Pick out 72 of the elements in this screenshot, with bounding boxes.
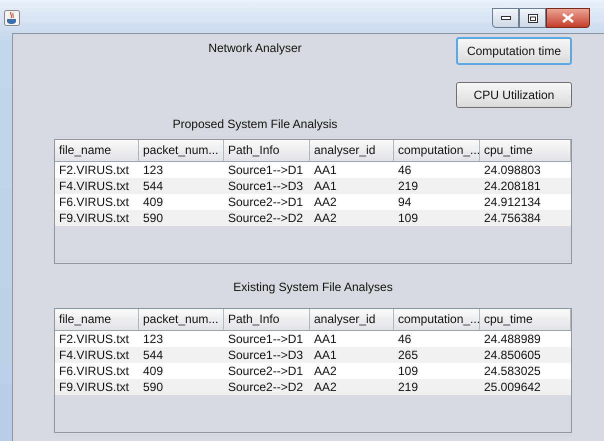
close-button[interactable] (546, 8, 590, 28)
table-cell: F9.VIRUS.txt (55, 379, 139, 395)
table-cell: Source1-->D1 (224, 162, 310, 178)
table-caption: Proposed System File Analysis (172, 117, 338, 131)
table-cell: 409 (139, 363, 224, 379)
close-icon (562, 13, 574, 23)
table-cell: 123 (139, 331, 224, 347)
column-header[interactable]: computation_... (394, 309, 480, 331)
table-cell: F4.VIRUS.txt (55, 347, 139, 363)
table-cell: Source2-->D2 (224, 210, 310, 226)
coffee-cup-icon[interactable] (4, 10, 20, 26)
table-cell: 24.583025 (480, 363, 571, 379)
minimize-icon (500, 16, 510, 20)
table-cell: 46 (394, 162, 480, 178)
table-cell: 544 (139, 178, 224, 194)
table-cell: 24.098803 (480, 162, 571, 178)
table-cell: Source1-->D3 (224, 178, 310, 194)
table-cell: 219 (394, 379, 480, 395)
cpu-utilization-button[interactable]: CPU Utilization (456, 82, 572, 108)
table-cell: 24.488989 (480, 331, 571, 347)
minimize-button[interactable] (492, 8, 519, 28)
table-cell: 46 (394, 331, 480, 347)
table-cell: 409 (139, 194, 224, 210)
table-cell: 24.756384 (480, 210, 571, 226)
column-header[interactable]: Path_Info (224, 140, 310, 162)
table-cell: 109 (394, 210, 480, 226)
table-cell: Source2-->D1 (224, 194, 310, 210)
table-cell: F2.VIRUS.txt (55, 162, 139, 178)
table-cell: AA2 (310, 194, 394, 210)
column-header[interactable]: Path_Info (224, 309, 310, 331)
maximize-icon (528, 14, 538, 22)
column-header[interactable]: analyser_id (310, 140, 394, 162)
column-header[interactable]: packet_num... (139, 309, 224, 331)
column-header[interactable]: cpu_time (480, 140, 571, 162)
table-cell: 24.208181 (480, 178, 571, 194)
table-cell: AA1 (310, 178, 394, 194)
table-cell: 219 (394, 178, 480, 194)
column-header[interactable]: computation_... (394, 140, 480, 162)
column-header[interactable]: cpu_time (480, 309, 571, 331)
table-cell: F6.VIRUS.txt (55, 194, 139, 210)
table-cell: AA2 (310, 210, 394, 226)
table-cell: AA1 (310, 347, 394, 363)
table-cell: AA1 (310, 331, 394, 347)
table-cell: Source2-->D2 (224, 379, 310, 395)
table-cell: F6.VIRUS.txt (55, 363, 139, 379)
column-header[interactable]: file_name (55, 140, 139, 162)
column-header[interactable]: file_name (55, 309, 139, 331)
table-cell: 94 (394, 194, 480, 210)
table-cell: AA2 (310, 363, 394, 379)
table-cell: 25.009642 (480, 379, 571, 395)
table-cell: 590 (139, 210, 224, 226)
table-cell: Source1-->D1 (224, 331, 310, 347)
table-caption: Existing System File Analyses (233, 280, 393, 294)
table-cell: 265 (394, 347, 480, 363)
table-cell: Source2-->D1 (224, 363, 310, 379)
table-cell: 590 (139, 379, 224, 395)
table-cell: 24.850605 (480, 347, 571, 363)
table-cell: AA1 (310, 162, 394, 178)
window-heading: Network Analyser (208, 41, 302, 55)
table-cell: F9.VIRUS.txt (55, 210, 139, 226)
column-header[interactable]: analyser_id (310, 309, 394, 331)
table-cell: 544 (139, 347, 224, 363)
table-cell: 109 (394, 363, 480, 379)
table-cell: Source1-->D3 (224, 347, 310, 363)
table-cell: F4.VIRUS.txt (55, 178, 139, 194)
maximize-button[interactable] (519, 8, 546, 28)
column-header[interactable]: packet_num... (139, 140, 224, 162)
table-cell: AA2 (310, 379, 394, 395)
computation-time-button[interactable]: Computation time (456, 37, 572, 65)
table-cell: 123 (139, 162, 224, 178)
table-cell: F2.VIRUS.txt (55, 331, 139, 347)
table-cell: 24.912134 (480, 194, 571, 210)
